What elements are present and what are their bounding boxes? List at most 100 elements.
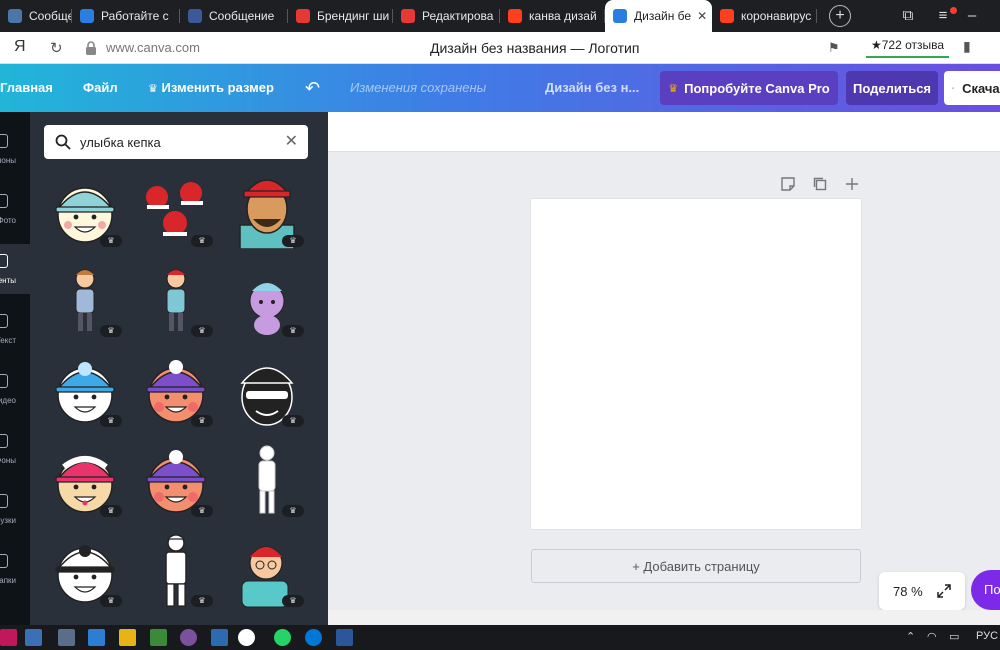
result-boy-purple-cap[interactable]: ♛ <box>135 347 217 429</box>
result-boy-purple-cap-blush[interactable]: ♛ <box>135 437 217 519</box>
result-boy-blue-cap[interactable]: ♛ <box>44 347 126 429</box>
sidebar-item[interactable]: Шаблоны <box>0 124 30 174</box>
whatsapp-icon[interactable] <box>274 629 291 646</box>
sidebar-item[interactable]: Загрузки <box>0 484 30 534</box>
browser-tab[interactable]: коронавирус <box>712 0 817 32</box>
sidebar-item-label: Загрузки <box>0 516 16 525</box>
share-button[interactable]: Поделиться <box>846 71 938 105</box>
sidebar-item[interactable]: Папки <box>0 544 30 594</box>
design-artboard[interactable] <box>531 199 861 529</box>
download-icon <box>952 87 954 89</box>
notification-dot <box>950 7 957 14</box>
word-doc-icon[interactable] <box>336 629 353 646</box>
result-policeman-outline[interactable]: ♛ <box>135 527 217 609</box>
result-boy-cap-face[interactable]: ♛ <box>44 167 126 249</box>
pro-crown-icon: ♛ <box>282 325 304 337</box>
download-button[interactable]: Скачать <box>944 71 1000 105</box>
collections-icon[interactable]: ⧉ <box>898 6 918 26</box>
tray-chevron-icon[interactable]: ⌃ <box>906 630 915 643</box>
translate-icon[interactable]: ⚑ <box>828 40 840 56</box>
undo-icon[interactable]: ↶ <box>305 64 320 112</box>
edge-icon[interactable] <box>305 629 322 646</box>
add-page-button[interactable]: + Добавить страницу <box>531 549 861 583</box>
url-field[interactable]: www.canva.com <box>106 40 200 55</box>
sidebar-item-label: Элементы <box>0 276 16 285</box>
close-tab-icon[interactable]: ✕ <box>697 9 707 23</box>
browser-tab[interactable]: Работайте с <box>72 0 180 32</box>
add-page-icon[interactable] <box>844 176 860 192</box>
network-app-icon[interactable] <box>25 629 42 646</box>
result-boy-pink-cap[interactable]: ♛ <box>44 437 126 519</box>
elements-icon <box>0 254 8 268</box>
browser-tab[interactable]: Сообщения <box>0 0 72 32</box>
zoom-control[interactable]: 78 % <box>879 572 965 610</box>
sidebar-item[interactable]: Текст <box>0 304 30 354</box>
site-icon <box>296 9 310 23</box>
new-tab-button[interactable]: + <box>829 5 851 27</box>
yandex-icon <box>720 9 734 23</box>
pro-crown-icon: ♛ <box>100 595 122 607</box>
monitor-app-icon[interactable] <box>88 629 105 646</box>
store-icon[interactable] <box>150 629 167 646</box>
pen-app-icon[interactable] <box>58 629 75 646</box>
result-boy-standing[interactable]: ♛ <box>44 257 126 339</box>
result-boy-black-cap[interactable]: ♛ <box>44 527 126 609</box>
file-menu[interactable]: Файл <box>83 64 118 112</box>
keyboard-icon[interactable]: ▭ <box>949 630 959 643</box>
try-pro-label: Попробуйте Canva Pro <box>684 80 830 96</box>
reload-icon[interactable]: ↻ <box>50 39 63 57</box>
tab-label: коронавирус <box>741 9 812 23</box>
resize-button[interactable]: ♛ Изменить размер <box>148 64 274 112</box>
browser-tab[interactable]: Сообщение <box>180 0 288 32</box>
canvas-area: + Добавить страницу 78 % По <box>328 112 1000 625</box>
minimize-icon[interactable]: – <box>962 6 982 26</box>
viber-icon[interactable] <box>180 629 197 646</box>
clear-search-icon[interactable]: ✕ <box>285 133 298 151</box>
browser-tab[interactable]: Брендинг ши <box>288 0 393 32</box>
note-icon[interactable] <box>780 176 796 192</box>
result-red-caps-group[interactable]: ♛ <box>135 167 217 249</box>
horizontal-scrollbar[interactable] <box>328 610 1000 625</box>
search-input[interactable] <box>80 133 276 151</box>
result-man-black-cap[interactable]: ♛ <box>226 347 308 429</box>
duplicate-page-icon[interactable] <box>812 176 828 192</box>
language-indicator[interactable]: РУС <box>976 630 998 642</box>
reviews-badge[interactable]: ★722 отзыва <box>866 36 950 58</box>
design-name[interactable]: Дизайн без н... <box>545 64 639 112</box>
pro-crown-icon: ♛ <box>100 235 122 247</box>
sidebar-item[interactable]: Элементы <box>0 244 30 294</box>
sidebar-item[interactable]: Видео <box>0 364 30 414</box>
word-icon[interactable] <box>211 629 228 646</box>
pro-crown-icon: ♛ <box>191 325 213 337</box>
folder-icon[interactable] <box>119 629 136 646</box>
vk-icon <box>8 9 22 23</box>
browser-tab[interactable]: канва дизай <box>500 0 605 32</box>
yandex-logo[interactable]: Я <box>14 38 26 56</box>
wifi-icon[interactable]: ◠ <box>927 630 937 643</box>
browser-tab[interactable]: Дизайн бе ✕ <box>605 0 712 32</box>
search-icon <box>55 134 71 150</box>
crown-icon: ♛ <box>148 83 158 95</box>
help-button[interactable]: По <box>971 570 1000 610</box>
facebook-icon <box>188 9 202 23</box>
app-icon[interactable] <box>0 629 17 646</box>
editor-header: Главная Файл ♛ Изменить размер ↶ Изменен… <box>0 64 1000 112</box>
result-boy-waving[interactable]: ♛ <box>135 257 217 339</box>
pro-crown-icon: ♛ <box>100 505 122 517</box>
fullscreen-icon[interactable] <box>936 584 951 598</box>
sidebar-item[interactable]: Фото <box>0 184 30 234</box>
pro-crown-icon: ♛ <box>282 415 304 427</box>
result-man-red-cap-waving[interactable]: ♛ <box>226 527 308 609</box>
result-man-red-cap-portrait[interactable]: ♛ <box>226 167 308 249</box>
sidebar-item[interactable]: Фоны <box>0 424 30 474</box>
result-man-standing-outline[interactable]: ♛ <box>226 437 308 519</box>
result-purple-cat-cap[interactable]: ♛ <box>226 257 308 339</box>
address-bar: Я ↻ www.canva.com Дизайн без названия — … <box>0 32 1000 64</box>
yandex-browser-icon[interactable] <box>238 629 255 646</box>
browser-tab[interactable]: Редактирова <box>393 0 500 32</box>
sidebar-item-label: Шаблоны <box>0 156 16 165</box>
search-box: ✕ <box>44 125 308 159</box>
try-pro-button[interactable]: ♛ Попробуйте Canva Pro <box>660 71 838 105</box>
home-link[interactable]: Главная <box>0 64 53 112</box>
bookmark-icon[interactable]: ▮ <box>963 38 971 55</box>
